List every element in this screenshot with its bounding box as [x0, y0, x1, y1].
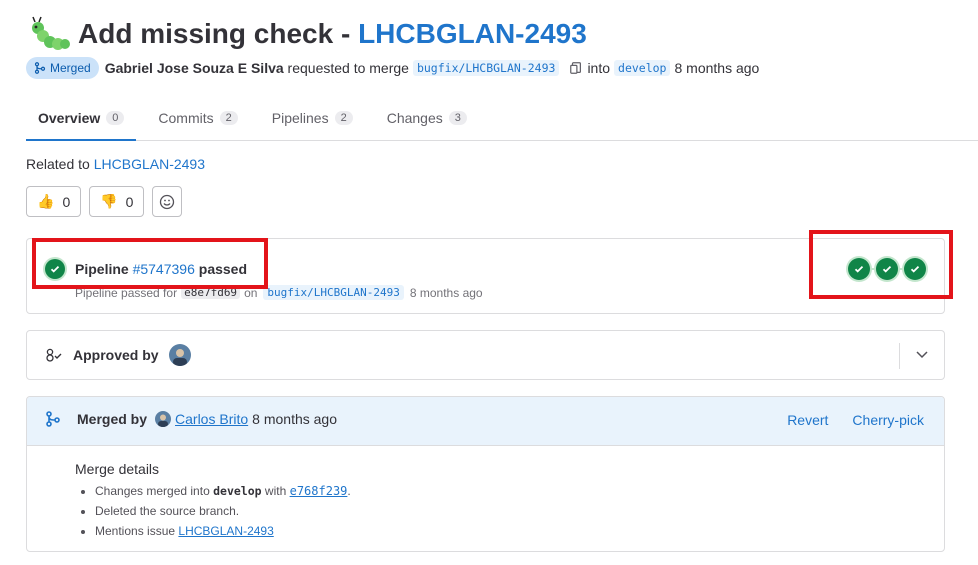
detail-text: Changes merged into: [95, 484, 210, 498]
merge-icon: [34, 62, 46, 74]
thumbsdown-icon: 👎: [100, 193, 118, 209]
tab-label: Changes: [386, 110, 443, 126]
requested-text: requested to merge: [287, 60, 409, 76]
highlight-pipeline-stages: [809, 230, 953, 299]
source-branch[interactable]: bugfix/LHCBGLAN-2493: [412, 60, 560, 76]
page-title: Add missing check - LHCBGLAN-2493: [78, 18, 587, 50]
thumbsup-count: 0: [62, 193, 71, 210]
author-name[interactable]: Gabriel Jose Souza E Silva: [105, 60, 284, 76]
list-item: Changes merged into develop with e768f23…: [95, 481, 351, 501]
tab-label: Pipelines: [271, 110, 329, 126]
award-bar: 👍 0 👎 0: [26, 186, 183, 217]
tab-label: Overview: [38, 109, 101, 126]
status-badge-label: Merged: [50, 61, 91, 75]
thumbsup-icon: 👍: [37, 193, 55, 209]
merged-summary: Merged by Carlos Brito 8 months ago: [45, 411, 337, 427]
merged-time: 8 months ago: [252, 411, 337, 427]
approval-icon: [46, 348, 62, 362]
merged-header: Merged by Carlos Brito 8 months ago Reve…: [27, 397, 944, 446]
tab-count: 2: [219, 111, 238, 125]
merge-commit-link[interactable]: e768f239: [290, 484, 348, 498]
approval-widget: Approved by: [26, 330, 945, 380]
tab-count: 2: [334, 111, 353, 125]
tab-commits[interactable]: Commits 2: [146, 96, 249, 140]
merger-avatar[interactable]: [155, 411, 172, 427]
thumbsdown-button[interactable]: 👎 0: [89, 186, 145, 217]
detail-text: with: [264, 484, 287, 498]
related-prefix: Related to: [26, 156, 90, 172]
mr-meta: Merged Gabriel Jose Souza E Silva reques…: [26, 56, 759, 80]
related-issue: Related to LHCBGLAN-2493: [26, 156, 205, 172]
merged-actions: Revert Cherry-pick: [787, 412, 924, 428]
chevron-down-icon[interactable]: [914, 346, 930, 362]
tab-count: 0: [106, 110, 125, 125]
tab-changes[interactable]: Changes 3: [375, 96, 479, 140]
pipeline-branch[interactable]: bugfix/LHCBGLAN-2493: [263, 285, 404, 300]
tab-count: 3: [448, 111, 467, 125]
revert-button[interactable]: Revert: [787, 412, 828, 428]
mr-title-row: Add missing check - LHCBGLAN-2493: [30, 14, 587, 54]
approval-divider: [899, 343, 900, 369]
approved-by-label: Approved by: [73, 347, 159, 363]
highlight-pipeline-status: [32, 238, 268, 289]
merge-details-title: Merge details: [75, 461, 160, 477]
target-branch[interactable]: develop: [614, 60, 671, 76]
thumbsup-button[interactable]: 👍 0: [26, 186, 82, 217]
cherry-pick-button[interactable]: Cherry-pick: [852, 412, 924, 428]
list-item: Deleted the source branch.: [95, 501, 351, 521]
thumbsdown-count: 0: [125, 193, 134, 210]
title-text: Add missing check -: [78, 18, 359, 49]
mr-tabs: Overview 0 Commits 2 Pipelines 2 Changes 3: [26, 96, 978, 141]
status-badge: Merged: [26, 57, 99, 79]
approver-avatar[interactable]: [168, 344, 191, 366]
merge-icon: [46, 411, 60, 427]
tab-label: Commits: [158, 110, 214, 126]
approval-summary: Approved by: [45, 344, 191, 366]
mr-time: 8 months ago: [674, 60, 760, 76]
pipeline-time: 8 months ago: [409, 285, 483, 300]
detail-text: Mentions issue: [95, 524, 176, 538]
smiley-icon: [160, 194, 175, 209]
mentioned-issue-link[interactable]: LHCBGLAN-2493: [178, 524, 273, 538]
merge-details-list: Changes merged into develop with e768f23…: [75, 481, 351, 541]
related-issue-link[interactable]: LHCBGLAN-2493: [94, 156, 205, 172]
list-item: Mentions issue LHCBGLAN-2493: [95, 521, 351, 541]
merger-name-link[interactable]: Carlos Brito: [175, 411, 248, 427]
add-reaction-button[interactable]: [152, 186, 183, 217]
copy-icon[interactable]: [569, 61, 583, 75]
detail-branch: develop: [213, 484, 262, 498]
into-text: into: [587, 60, 611, 76]
merged-widget: Merged by Carlos Brito 8 months ago Reve…: [26, 396, 945, 552]
detail-text: .: [347, 484, 351, 498]
merged-by-label: Merged by: [77, 411, 148, 427]
title-issue-link[interactable]: LHCBGLAN-2493: [358, 18, 587, 49]
tab-overview[interactable]: Overview 0: [26, 96, 137, 141]
tab-pipelines[interactable]: Pipelines 2: [260, 96, 365, 140]
caterpillar-icon: [32, 16, 70, 50]
merge-details: Merge details Changes merged into develo…: [75, 461, 351, 541]
